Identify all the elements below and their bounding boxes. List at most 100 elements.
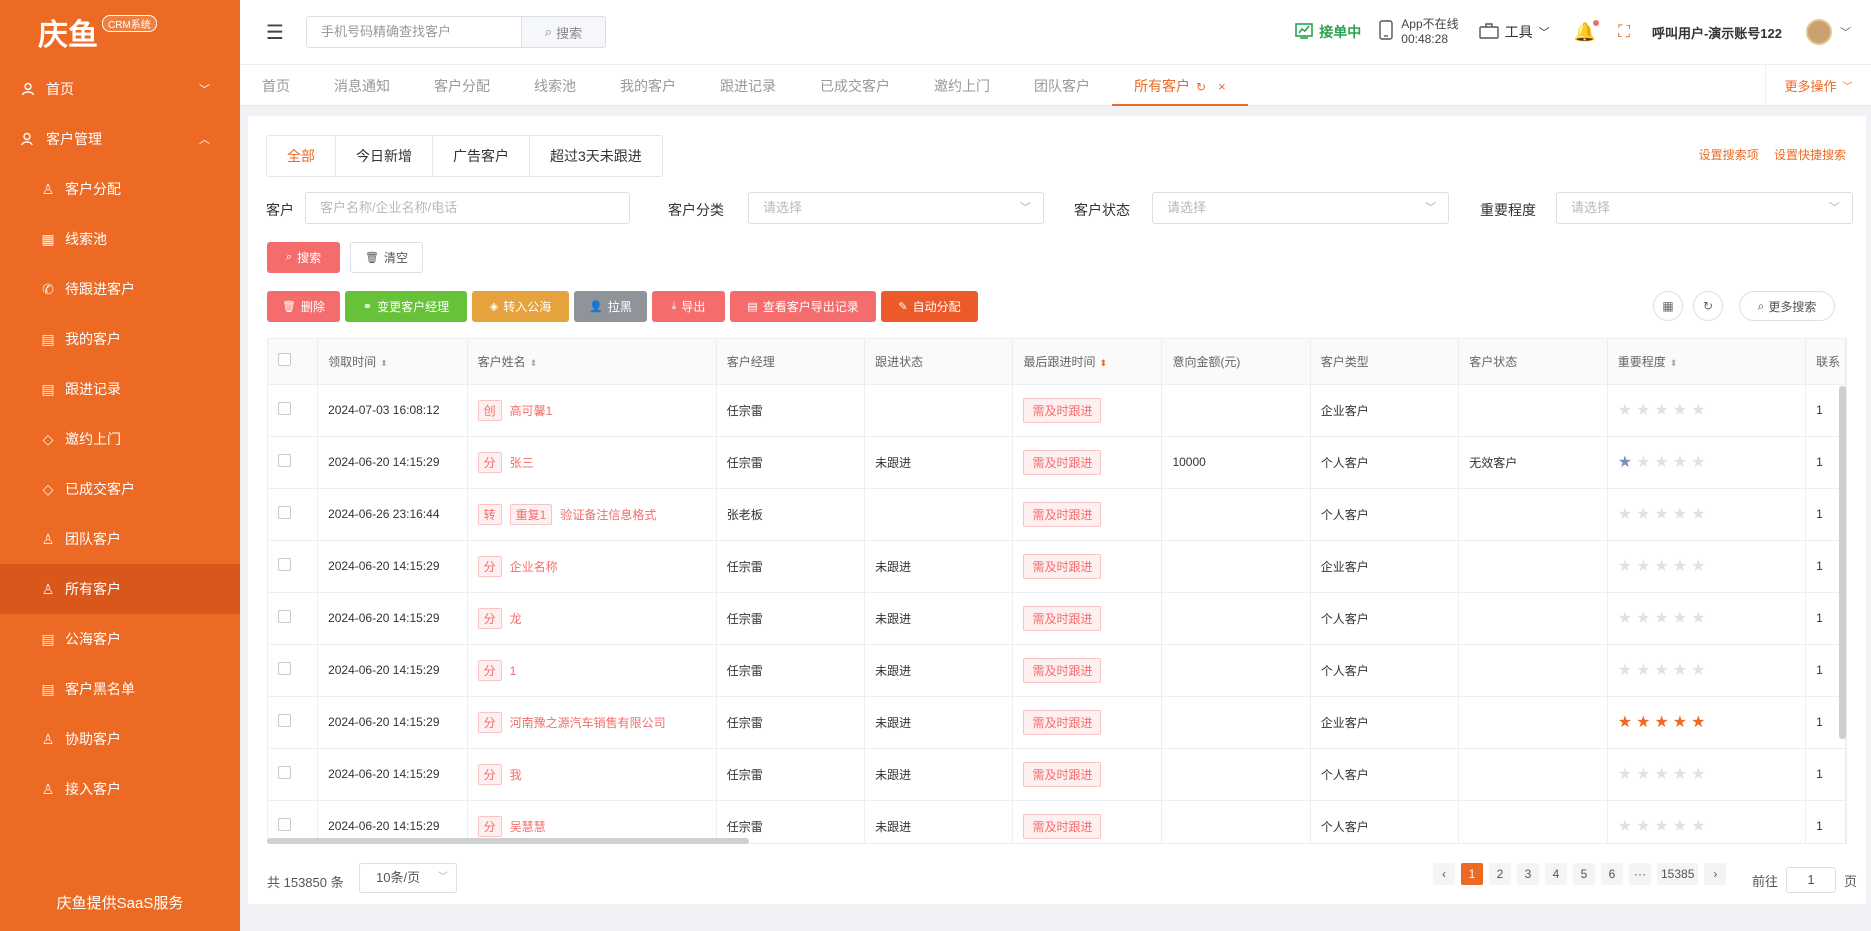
sidebar-item-0[interactable]: ♙ 客户分配 <box>0 164 240 214</box>
export-log-button[interactable]: ▤ 查看客户导出记录 <box>730 291 876 322</box>
customer-name-link[interactable]: 吴慧慧 <box>510 820 546 834</box>
customer-name-link[interactable]: 企业名称 <box>510 560 558 574</box>
star-icon[interactable]: ★ <box>1636 558 1650 575</box>
row-checkbox[interactable] <box>278 714 291 727</box>
sidebar-item-6[interactable]: ◇ 已成交客户 <box>0 464 240 514</box>
search-button[interactable]: ⌕ 搜索 <box>267 242 340 273</box>
star-icon[interactable]: ★ <box>1673 402 1687 419</box>
star-icon[interactable]: ★ <box>1673 558 1687 575</box>
star-icon[interactable]: ★ <box>1654 454 1668 471</box>
star-icon[interactable]: ★ <box>1673 766 1687 783</box>
tools-dropdown[interactable]: 工具 ﹀ <box>1478 22 1550 42</box>
column-header[interactable]: 最后跟进时间 ⬍ <box>1012 339 1163 385</box>
row-checkbox[interactable] <box>278 766 291 779</box>
customer-search-input[interactable]: 客户名称/企业名称/电话 <box>305 192 630 224</box>
star-icon[interactable]: ★ <box>1654 506 1668 523</box>
table-row[interactable]: 2024-06-20 14:15:29 分 1 任宗雷 未跟进 需及时跟进 个人客户 ★ ★ ★ ★… <box>268 644 1846 697</box>
set-search-link[interactable]: 设置搜索项 <box>1699 148 1759 162</box>
star-icon[interactable]: ★ <box>1673 662 1687 679</box>
tab-9[interactable]: 所有客户 ↻ × <box>1112 65 1248 106</box>
page-number[interactable]: 1 <box>1461 863 1483 885</box>
star-icon[interactable]: ★ <box>1691 506 1705 523</box>
fullscreen-icon[interactable]: ⛶ <box>1618 22 1630 42</box>
change-manager-button[interactable]: ⚭ 变更客户经理 <box>345 291 467 322</box>
tab-1[interactable]: 消息通知 <box>312 65 412 106</box>
tab-2[interactable]: 客户分配 <box>412 65 512 106</box>
page-size-select[interactable]: 10条/页 ﹀ <box>359 863 457 893</box>
star-icon[interactable]: ★ <box>1618 558 1632 575</box>
tab-0[interactable]: 首页 <box>240 65 312 106</box>
star-icon[interactable]: ★ <box>1654 402 1668 419</box>
page-number[interactable]: 3 <box>1517 863 1539 885</box>
star-icon[interactable]: ★ <box>1636 506 1650 523</box>
star-icon[interactable]: ★ <box>1618 662 1632 679</box>
star-icon[interactable]: ★ <box>1618 454 1632 471</box>
sidebar-item-10[interactable]: ▤ 客户黑名单 <box>0 664 240 714</box>
tab-3[interactable]: 线索池 <box>512 65 598 106</box>
column-settings-icon[interactable]: ▦ <box>1653 291 1683 321</box>
table-row[interactable]: 2024-06-20 14:15:29 分张三 任宗雷 未跟进 需及时跟进 10000 个人… <box>268 436 1846 489</box>
star-icon[interactable]: ★ <box>1691 558 1705 575</box>
select-all-checkbox[interactable] <box>278 353 291 367</box>
more-search-button[interactable]: ⌕ 更多搜索 <box>1739 291 1835 321</box>
sidebar-item-8[interactable]: ♙ 所有客户 <box>0 564 240 614</box>
sort-icon[interactable]: ⬍ <box>1670 358 1678 368</box>
customer-name-link[interactable]: 高可馨1 <box>510 404 553 418</box>
close-icon[interactable]: × <box>1218 79 1226 94</box>
star-icon[interactable]: ★ <box>1636 662 1650 679</box>
page-number[interactable]: 4 <box>1545 863 1567 885</box>
star-icon[interactable]: ★ <box>1618 766 1632 783</box>
star-icon[interactable]: ★ <box>1636 402 1650 419</box>
menu-toggle-icon[interactable]: ☰ <box>266 20 286 45</box>
star-icon[interactable]: ★ <box>1691 766 1705 783</box>
clear-button[interactable]: 🗑 清空 <box>350 242 423 273</box>
customer-name-link[interactable]: 张三 <box>510 456 534 470</box>
star-icon[interactable]: ★ <box>1654 610 1668 627</box>
star-icon[interactable]: ★ <box>1691 610 1705 627</box>
sidebar-item-12[interactable]: ♙ 接入客户 <box>0 764 240 814</box>
to-public-button[interactable]: ◈ 转入公海 <box>472 291 569 322</box>
refresh-icon[interactable]: ↻ <box>1693 291 1723 321</box>
row-checkbox[interactable] <box>278 402 291 415</box>
table-row[interactable]: 2024-06-20 14:15:29 分我任宗雷 未跟进 需及时跟进 个人客户 ★ ★ ★ ★… <box>268 748 1846 801</box>
page-number[interactable]: ··· <box>1629 863 1651 885</box>
page-number[interactable]: 5 <box>1573 863 1595 885</box>
sidebar-item-home[interactable]: 首页 ﹀ <box>0 64 240 114</box>
star-icon[interactable]: ★ <box>1673 610 1687 627</box>
row-checkbox[interactable] <box>278 558 291 571</box>
sort-icon[interactable]: ⬍ <box>1099 358 1107 368</box>
star-icon[interactable]: ★ <box>1691 818 1705 835</box>
page-number[interactable]: 15385 <box>1657 863 1699 885</box>
filter-tab-2[interactable]: 广告客户 <box>433 136 530 176</box>
table-row[interactable]: 2024-06-26 23:16:44 转重复1 验证备注信息格式 张老板 需及时跟进 个… <box>268 488 1846 541</box>
customer-name-link[interactable]: 河南豫之源汽车销售有限公司 <box>510 716 666 730</box>
star-icon[interactable]: ★ <box>1673 714 1687 731</box>
star-icon[interactable]: ★ <box>1636 454 1650 471</box>
sidebar-item-2[interactable]: ✆ 待跟进客户 <box>0 264 240 314</box>
horizontal-scrollbar[interactable] <box>267 838 749 844</box>
star-icon[interactable]: ★ <box>1636 714 1650 731</box>
row-checkbox[interactable] <box>278 454 291 467</box>
vertical-scrollbar[interactable] <box>1839 386 1846 739</box>
sidebar-item-4[interactable]: ▤ 跟进记录 <box>0 364 240 414</box>
column-header[interactable]: 客户姓名 ⬍ <box>467 339 717 385</box>
table-row[interactable]: 2024-07-03 16:08:12 创高可馨1 任宗雷 需及时跟进 企业客户 ★ ★ ★ ★… <box>268 384 1846 437</box>
username[interactable]: 呼叫用户-演示账号122 <box>1652 23 1782 42</box>
tab-4[interactable]: 我的客户 <box>598 65 698 106</box>
star-icon[interactable]: ★ <box>1618 714 1632 731</box>
star-icon[interactable]: ★ <box>1636 610 1650 627</box>
sidebar-item-customer-mgmt[interactable]: 客户管理 ︿ <box>0 114 240 164</box>
tab-8[interactable]: 团队客户 <box>1012 65 1112 106</box>
export-button[interactable]: ⤓ 导出 <box>652 291 725 322</box>
online-status[interactable]: 接单中 <box>1295 22 1361 42</box>
customer-name-link[interactable]: 验证备注信息格式 <box>560 508 656 522</box>
star-icon[interactable]: ★ <box>1691 714 1705 731</box>
next-page-icon[interactable]: › <box>1704 863 1727 885</box>
column-header[interactable]: 领取时间 ⬍ <box>317 339 468 385</box>
avatar[interactable] <box>1806 19 1832 45</box>
notification-bell-icon[interactable]: 🔔 <box>1574 19 1600 43</box>
tab-5[interactable]: 跟进记录 <box>698 65 798 106</box>
row-checkbox[interactable] <box>278 662 291 675</box>
star-icon[interactable]: ★ <box>1654 714 1668 731</box>
chevron-down-icon[interactable]: ﹀ <box>1840 24 1851 40</box>
